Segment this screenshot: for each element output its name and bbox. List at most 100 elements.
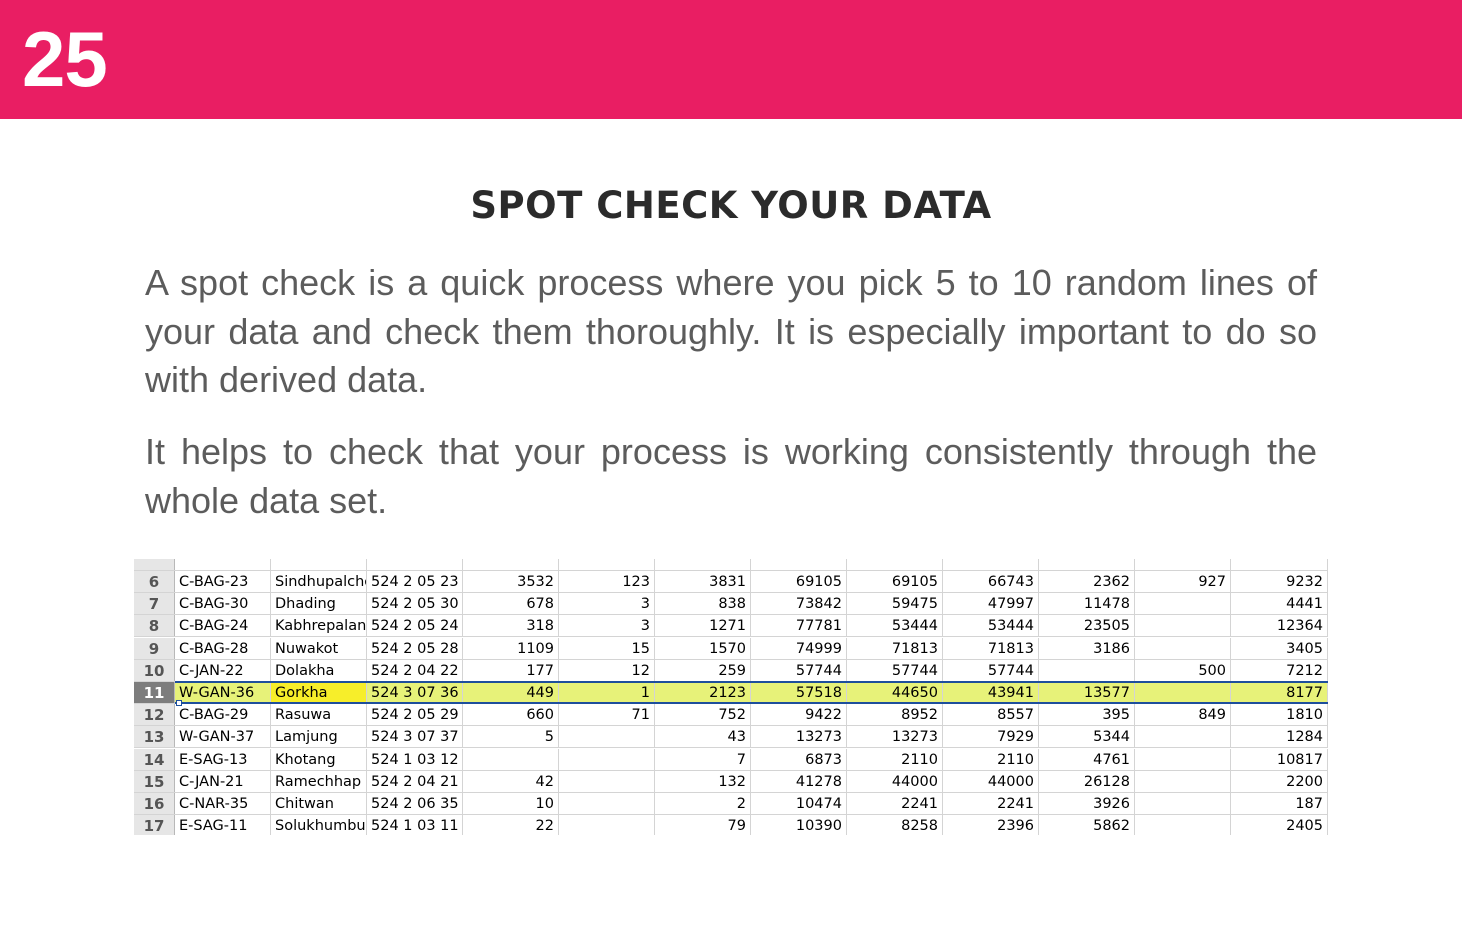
value-cell[interactable]: 7212 [1231, 659, 1328, 681]
value-cell[interactable]: 2200 [1231, 770, 1328, 792]
row-header[interactable]: 16 [134, 793, 175, 814]
value-cell[interactable]: 43 [655, 726, 751, 748]
id-cell[interactable]: 524 2 05 29 [367, 704, 463, 726]
value-cell[interactable]: 2362 [1039, 571, 1135, 592]
value-cell[interactable] [463, 748, 559, 770]
table-row[interactable]: 12 C-BAG-29 Rasuwa 524 2 05 29 660 71 752 9422 8… [134, 704, 1328, 727]
value-cell[interactable]: 2241 [847, 793, 943, 814]
value-cell[interactable]: 26128 [1039, 770, 1135, 792]
value-cell[interactable]: 187 [1231, 793, 1328, 814]
id-cell[interactable]: 524 2 05 30 [367, 593, 463, 615]
id-cell[interactable]: 524 1 03 11 [367, 815, 463, 835]
id-cell[interactable]: 524 3 07 36 [367, 682, 463, 703]
value-cell[interactable]: 2405 [1231, 815, 1328, 835]
row-header[interactable]: 15 [134, 770, 175, 792]
value-cell[interactable]: 8557 [943, 704, 1039, 726]
value-cell[interactable]: 660 [463, 704, 559, 726]
table-row[interactable]: 11 W-GAN-36 Gorkha 524 3 07 36 449 1 2123 57518… [134, 682, 1328, 704]
code-cell[interactable]: C-JAN-21 [175, 770, 271, 792]
value-cell[interactable]: 44650 [847, 682, 943, 703]
district-cell[interactable]: Kabhrepalanchok [271, 615, 367, 637]
value-cell[interactable]: 449 [463, 682, 559, 703]
value-cell[interactable] [1135, 793, 1231, 814]
value-cell[interactable] [1135, 815, 1231, 835]
value-cell[interactable]: 4441 [1231, 593, 1328, 615]
value-cell[interactable]: 69105 [847, 571, 943, 592]
value-cell[interactable]: 2396 [943, 815, 1039, 835]
value-cell[interactable]: 79 [655, 815, 751, 835]
table-row[interactable]: 8C-BAG-24Kabhrepalanchok524 2 05 2431831… [134, 615, 1328, 638]
table-row[interactable]: 14 E-SAG-13 Khotang 524 1 03 12 7 6873 2110 211… [134, 748, 1328, 771]
code-cell[interactable]: E-SAG-13 [175, 748, 271, 770]
value-cell[interactable]: 5 [463, 726, 559, 748]
value-cell[interactable]: 11478 [1039, 593, 1135, 615]
value-cell[interactable]: 47997 [943, 593, 1039, 615]
code-cell[interactable]: C-BAG-28 [175, 637, 271, 659]
value-cell[interactable]: 71813 [943, 637, 1039, 659]
value-cell[interactable] [559, 793, 655, 814]
row-header[interactable]: 11 [134, 682, 175, 703]
value-cell[interactable]: 43941 [943, 682, 1039, 703]
code-cell[interactable]: W-GAN-36 [175, 682, 271, 703]
id-cell[interactable]: 524 2 04 21 [367, 770, 463, 792]
row-header[interactable]: 10 [134, 659, 175, 681]
value-cell[interactable]: 1284 [1231, 726, 1328, 748]
district-cell[interactable]: Rasuwa [271, 704, 367, 726]
district-cell[interactable]: Chitwan [271, 793, 367, 814]
row-header[interactable]: 13 [134, 726, 175, 748]
value-cell[interactable] [1039, 659, 1135, 681]
value-cell[interactable]: 69105 [751, 571, 847, 592]
value-cell[interactable]: 13273 [751, 726, 847, 748]
value-cell[interactable]: 77781 [751, 615, 847, 637]
value-cell[interactable] [559, 770, 655, 792]
value-cell[interactable]: 8177 [1231, 682, 1328, 703]
value-cell[interactable]: 71 [559, 704, 655, 726]
value-cell[interactable]: 849 [1135, 704, 1231, 726]
value-cell[interactable]: 53444 [847, 615, 943, 637]
value-cell[interactable]: 23505 [1039, 615, 1135, 637]
value-cell[interactable]: 3532 [463, 571, 559, 592]
value-cell[interactable]: 1 [559, 682, 655, 703]
row-header[interactable]: 8 [134, 615, 175, 637]
value-cell[interactable]: 12 [559, 659, 655, 681]
value-cell[interactable]: 2123 [655, 682, 751, 703]
id-cell[interactable]: 524 2 05 23 [367, 571, 463, 592]
code-cell[interactable]: C-JAN-22 [175, 659, 271, 681]
row-header[interactable]: 12 [134, 704, 175, 726]
value-cell[interactable]: 3186 [1039, 637, 1135, 659]
value-cell[interactable]: 2110 [847, 748, 943, 770]
value-cell[interactable]: 9232 [1231, 571, 1328, 592]
value-cell[interactable]: 13577 [1039, 682, 1135, 703]
table-row[interactable]: 7 C-BAG-30 Dhading 524 2 05 30 678 3 838 73842 5… [134, 593, 1328, 616]
value-cell[interactable]: 15 [559, 637, 655, 659]
value-cell[interactable] [1135, 748, 1231, 770]
value-cell[interactable]: 2110 [943, 748, 1039, 770]
district-cell[interactable]: Dhading [271, 593, 367, 615]
table-row[interactable]: 17 E-SAG-11 Solukhumbu 524 1 03 11 22 79 10390… [134, 815, 1328, 835]
code-cell[interactable]: C-BAG-29 [175, 704, 271, 726]
value-cell[interactable]: 5862 [1039, 815, 1135, 835]
value-cell[interactable]: 41278 [751, 770, 847, 792]
code-cell[interactable]: C-BAG-30 [175, 593, 271, 615]
district-cell[interactable]: Lamjung [271, 726, 367, 748]
table-row[interactable]: 6C-BAG-23Sindhupalchok524 2 05 233532123… [134, 571, 1328, 593]
value-cell[interactable]: 5344 [1039, 726, 1135, 748]
value-cell[interactable]: 678 [463, 593, 559, 615]
value-cell[interactable]: 7 [655, 748, 751, 770]
value-cell[interactable] [1135, 593, 1231, 615]
district-cell[interactable]: Nuwakot [271, 637, 367, 659]
value-cell[interactable] [1135, 682, 1231, 703]
code-cell[interactable]: C-BAG-23 [175, 571, 271, 592]
value-cell[interactable] [559, 726, 655, 748]
value-cell[interactable]: 10 [463, 793, 559, 814]
value-cell[interactable]: 2 [655, 793, 751, 814]
value-cell[interactable]: 1271 [655, 615, 751, 637]
value-cell[interactable]: 3405 [1231, 637, 1328, 659]
code-cell[interactable]: W-GAN-37 [175, 726, 271, 748]
value-cell[interactable]: 3 [559, 615, 655, 637]
row-header[interactable]: 14 [134, 748, 175, 770]
value-cell[interactable]: 44000 [847, 770, 943, 792]
value-cell[interactable]: 9422 [751, 704, 847, 726]
value-cell[interactable]: 8952 [847, 704, 943, 726]
value-cell[interactable]: 4761 [1039, 748, 1135, 770]
